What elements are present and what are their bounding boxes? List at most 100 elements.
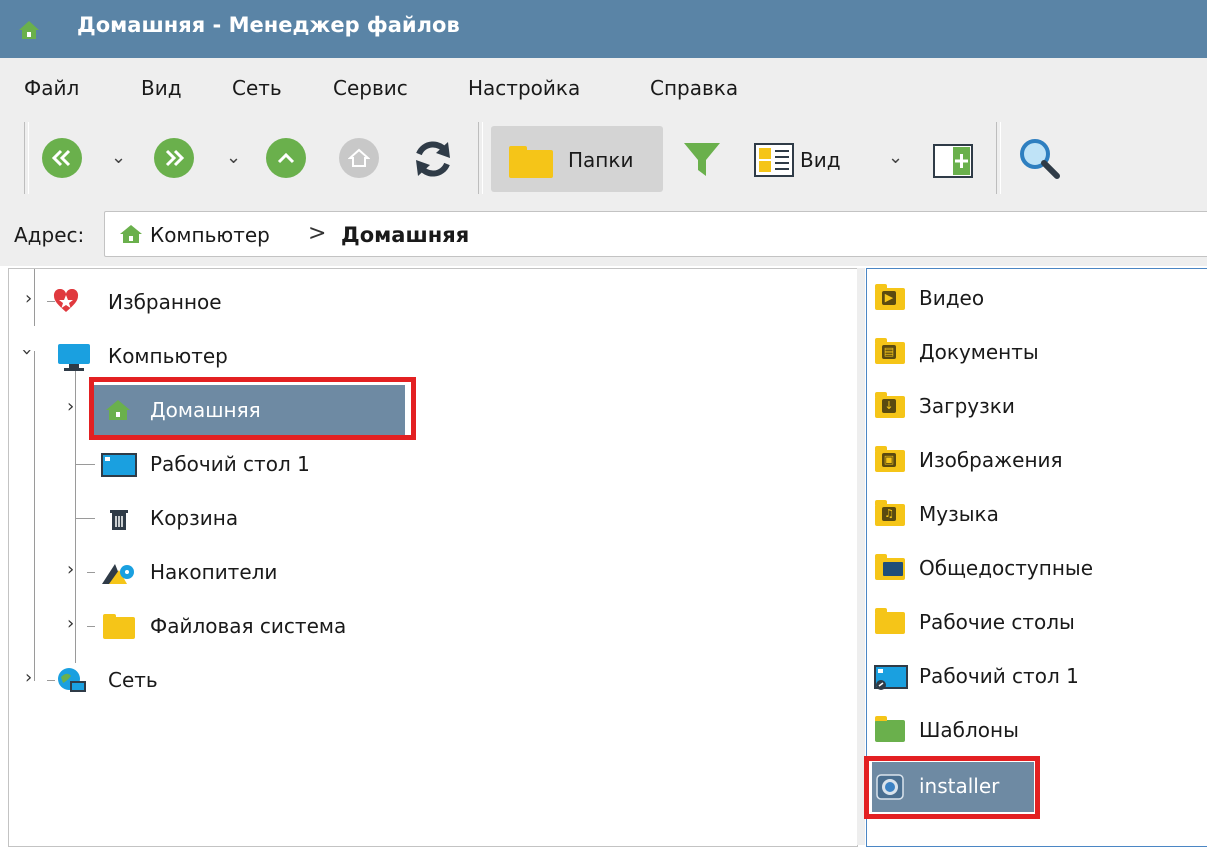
file-item-music[interactable]: ♫ Музыка bbox=[872, 490, 1202, 540]
back-icon bbox=[51, 149, 71, 167]
file-item-label: Загрузки bbox=[919, 394, 1015, 418]
tree-item-label: Компьютер bbox=[108, 344, 228, 368]
toolbar-separator bbox=[996, 122, 1001, 194]
file-item-templates[interactable]: Шаблоны bbox=[872, 706, 1202, 756]
templates-folder-icon bbox=[875, 716, 905, 742]
forward-dropdown-icon[interactable]: ⌄ bbox=[226, 147, 241, 168]
highlight-box bbox=[89, 377, 416, 440]
file-item-label: Общедоступные bbox=[919, 556, 1094, 580]
video-folder-icon: ▶ bbox=[875, 284, 905, 310]
filter-icon[interactable] bbox=[682, 140, 722, 180]
file-item-label: Изображения bbox=[919, 448, 1063, 472]
menu-service[interactable]: Сервис bbox=[333, 76, 408, 100]
home-icon bbox=[19, 21, 39, 39]
expand-home-icon[interactable]: › bbox=[67, 398, 74, 416]
documents-folder-icon: ▤ bbox=[875, 338, 905, 364]
home-button[interactable] bbox=[339, 138, 379, 178]
file-item-images[interactable]: ▣ Изображения bbox=[872, 436, 1202, 486]
folders-toggle-button[interactable]: Папки bbox=[491, 126, 663, 192]
breadcrumb-home[interactable]: Домашняя bbox=[341, 223, 469, 247]
desktop-link-icon bbox=[874, 665, 908, 690]
folder-icon bbox=[509, 146, 553, 178]
file-item-public[interactable]: Общедоступные bbox=[872, 544, 1202, 594]
back-button[interactable] bbox=[42, 138, 82, 178]
tree-item-favorites[interactable]: Избранное bbox=[53, 277, 453, 327]
file-item-documents[interactable]: ▤ Документы bbox=[872, 328, 1202, 378]
highlight-box bbox=[864, 756, 1040, 819]
file-item-label: Видео bbox=[919, 286, 985, 310]
file-item-label: Музыка bbox=[919, 502, 999, 526]
breadcrumb-separator: > bbox=[308, 221, 327, 246]
tree-item-filesystem[interactable]: Файловая система bbox=[101, 601, 501, 651]
tree-item-desktop[interactable]: Рабочий стол 1 bbox=[101, 439, 501, 489]
folder-icon bbox=[103, 614, 135, 639]
title-bar: Домашняя - Менеджер файлов bbox=[0, 0, 1207, 58]
favorites-icon bbox=[53, 289, 79, 312]
file-item-label: Рабочий стол 1 bbox=[919, 664, 1079, 688]
tree-item-label: Рабочий стол 1 bbox=[150, 452, 310, 476]
expand-favorites-icon[interactable]: › bbox=[25, 290, 32, 308]
view-dropdown-icon[interactable]: ⌄ bbox=[888, 147, 903, 168]
folder-tree-pane[interactable]: › Избранное › Компьютер › Домашняя Рабоч… bbox=[8, 268, 858, 847]
address-bar: Адрес: Компьютер > Домашняя bbox=[0, 202, 1207, 266]
toolbar-grip[interactable] bbox=[24, 122, 29, 194]
up-icon bbox=[277, 152, 295, 164]
tree-line bbox=[87, 572, 95, 573]
tree-item-computer[interactable]: Компьютер bbox=[53, 331, 453, 381]
home-icon bbox=[120, 225, 142, 243]
menu-help[interactable]: Справка bbox=[650, 76, 738, 100]
tree-line bbox=[75, 365, 76, 663]
file-item-video[interactable]: ▶ Видео bbox=[872, 274, 1202, 324]
address-label: Адрес: bbox=[14, 223, 85, 247]
tree-line bbox=[34, 351, 35, 681]
computer-icon bbox=[58, 344, 90, 371]
breadcrumb-computer[interactable]: Компьютер bbox=[150, 223, 270, 247]
expand-network-icon[interactable]: › bbox=[25, 669, 32, 687]
tree-line bbox=[34, 269, 35, 326]
menu-network[interactable]: Сеть bbox=[232, 76, 282, 100]
images-folder-icon: ▣ bbox=[875, 446, 905, 472]
folders-button-label: Папки bbox=[568, 148, 634, 172]
file-item-desktops[interactable]: Рабочие столы bbox=[872, 598, 1202, 648]
window-title: Домашняя - Менеджер файлов bbox=[77, 13, 460, 37]
downloads-folder-icon: ↓ bbox=[875, 392, 905, 418]
toolbar: ⌄ ⌄ Папки Вид ⌄ bbox=[0, 114, 1207, 202]
menu-bar: Файл Вид Сеть Сервис Настройка Справка bbox=[0, 58, 1207, 114]
tree-item-label: Корзина bbox=[150, 506, 239, 530]
tree-line bbox=[75, 464, 95, 465]
desktop-icon bbox=[101, 453, 137, 477]
folder-icon bbox=[875, 608, 905, 634]
forward-icon bbox=[165, 149, 185, 167]
refresh-icon[interactable] bbox=[410, 136, 456, 182]
menu-file[interactable]: Файл bbox=[24, 76, 79, 100]
menu-view[interactable]: Вид bbox=[141, 76, 182, 100]
search-icon[interactable] bbox=[1017, 136, 1063, 182]
tree-item-label: Сеть bbox=[108, 668, 158, 692]
tree-item-drives[interactable]: Накопители bbox=[101, 547, 501, 597]
file-item-downloads[interactable]: ↓ Загрузки bbox=[872, 382, 1202, 432]
tree-line bbox=[75, 518, 95, 519]
view-mode-icon[interactable] bbox=[754, 143, 794, 177]
home-icon bbox=[348, 148, 370, 167]
collapse-computer-icon[interactable]: › bbox=[17, 348, 38, 355]
file-item-label: Рабочие столы bbox=[919, 610, 1075, 634]
forward-button[interactable] bbox=[154, 138, 194, 178]
tree-item-label: Избранное bbox=[108, 290, 222, 314]
toolbar-separator bbox=[478, 122, 483, 194]
drives-icon bbox=[102, 564, 134, 584]
tree-item-network[interactable]: Сеть bbox=[53, 655, 453, 705]
up-button[interactable] bbox=[266, 138, 306, 178]
tree-line bbox=[87, 626, 95, 627]
back-dropdown-icon[interactable]: ⌄ bbox=[111, 147, 126, 168]
split-view-icon[interactable] bbox=[933, 144, 973, 178]
expand-filesystem-icon[interactable]: › bbox=[67, 615, 74, 633]
expand-drives-icon[interactable]: › bbox=[67, 561, 74, 579]
music-folder-icon: ♫ bbox=[875, 500, 905, 526]
file-item-label: Документы bbox=[919, 340, 1039, 364]
menu-settings[interactable]: Настройка bbox=[468, 76, 580, 100]
tree-item-trash[interactable]: Корзина bbox=[101, 493, 501, 543]
file-item-desktop-link[interactable]: Рабочий стол 1 bbox=[872, 652, 1202, 702]
address-field[interactable]: Компьютер > Домашняя bbox=[104, 211, 1207, 257]
network-icon bbox=[58, 668, 86, 692]
view-button-label[interactable]: Вид bbox=[800, 148, 841, 172]
